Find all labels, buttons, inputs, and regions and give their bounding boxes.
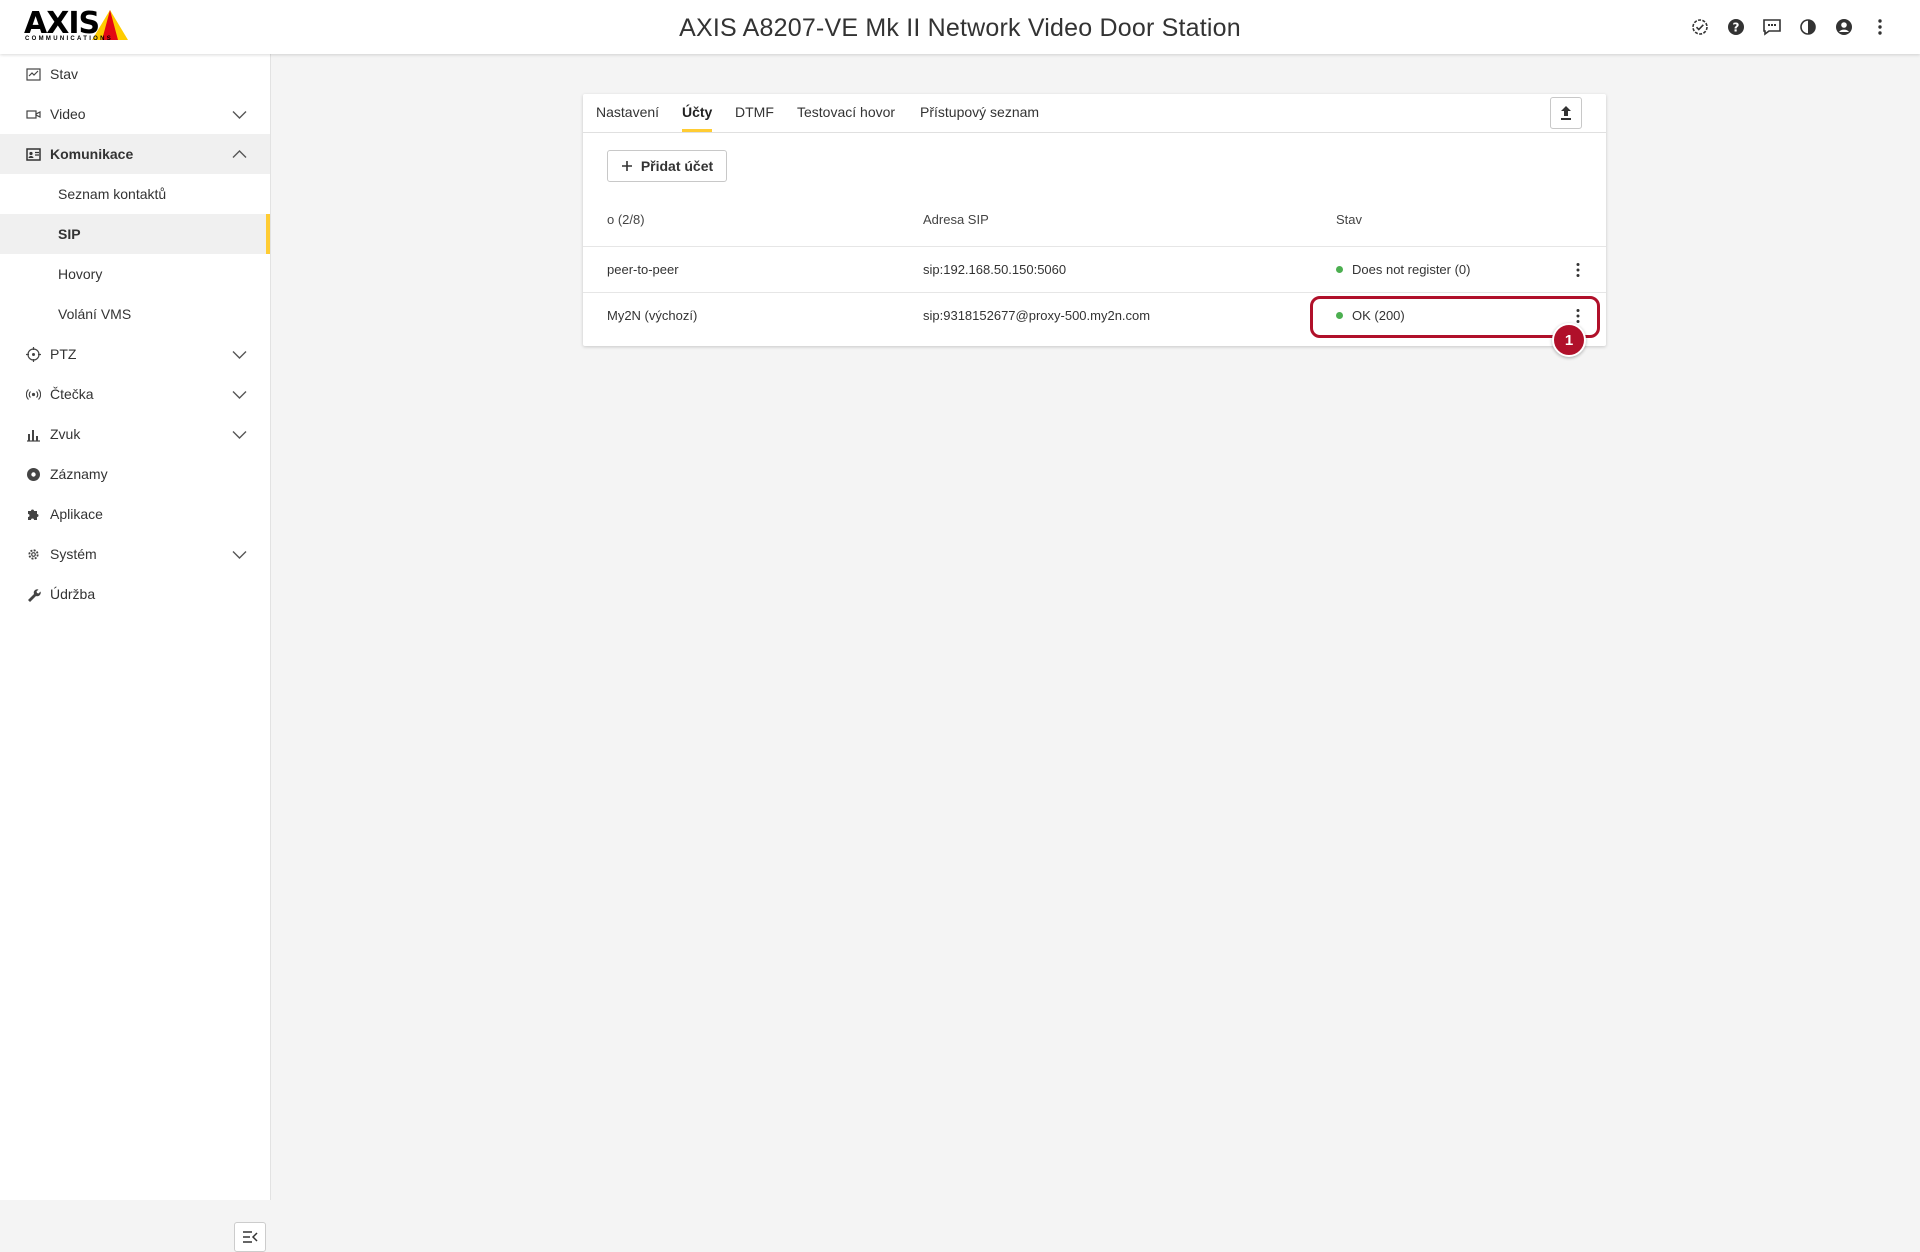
tab-testovaci-hovor[interactable]: Testovací hovor (797, 94, 895, 132)
sidebar-item-label: PTZ (50, 346, 77, 362)
status-icon (26, 68, 41, 81)
maintenance-icon (28, 589, 41, 602)
sidebar-item-zaznamy[interactable]: Záznamy (0, 454, 270, 494)
sidebar-item-label: Hovory (58, 266, 103, 282)
column-header-name[interactable]: o (2/8) (607, 212, 645, 227)
recordings-icon (27, 468, 40, 481)
status-text: Does not register (0) (1352, 262, 1471, 277)
plus-icon (621, 161, 632, 171)
sidebar-item-sip[interactable]: SIP (0, 214, 270, 254)
sidebar-item-label: Video (50, 106, 86, 122)
help-icon[interactable]: ? (1724, 16, 1748, 38)
header-toolbar: ? (1688, 16, 1892, 38)
chevron-down-icon (232, 431, 247, 439)
sidebar-item-label: Seznam kontaktů (58, 186, 167, 202)
upload-button[interactable] (1550, 97, 1582, 129)
sidebar-item-komunikace[interactable]: Komunikace (0, 134, 270, 174)
sidebar-item-seznam-kontaktu[interactable]: Seznam kontaktů (0, 174, 270, 214)
account-name: My2N (výchozí) (607, 308, 698, 323)
status-cell: Does not register (0) (1336, 247, 1471, 293)
collapse-sidebar-button[interactable] (234, 1222, 266, 1252)
add-account-button[interactable]: Přidat účet (607, 150, 727, 182)
tab-bar: Nastavení Účty DTMF Testovací hovor Přís… (583, 94, 1606, 133)
sidebar: Stav Video Komunikace Seznam kontaktů SI… (0, 54, 271, 1252)
page-title: AXIS A8207-VE Mk II Network Video Door S… (679, 14, 1241, 42)
more-vertical-icon (1576, 263, 1580, 277)
tab-nastaveni[interactable]: Nastavení (596, 94, 659, 132)
chevron-down-icon (232, 551, 247, 559)
status-check-icon[interactable] (1688, 16, 1712, 38)
ptz-icon (26, 347, 41, 362)
sidebar-item-label: Aplikace (50, 506, 103, 522)
upload-icon (1561, 106, 1571, 120)
reader-icon (26, 389, 41, 400)
column-header-status[interactable]: Stav (1336, 212, 1362, 227)
sidebar-item-system[interactable]: Systém (0, 534, 270, 574)
account-name: peer-to-peer (607, 262, 679, 277)
feedback-icon[interactable] (1760, 16, 1784, 38)
sidebar-item-label: Volání VMS (58, 306, 132, 322)
sidebar-item-udrzba[interactable]: Údržba (0, 574, 270, 614)
tab-ucty[interactable]: Účty (682, 94, 713, 132)
status-dot (1336, 312, 1343, 320)
column-header-sip-address[interactable]: Adresa SIP (923, 212, 989, 227)
row-menu-button[interactable] (1566, 258, 1590, 282)
status-text: OK (200) (1352, 308, 1405, 323)
sidebar-item-label: Čtečka (50, 386, 94, 402)
sidebar-item-ctecka[interactable]: Čtečka (0, 374, 270, 414)
status-dot (1336, 266, 1343, 274)
svg-text:?: ? (1733, 21, 1740, 35)
collapse-menu-icon (243, 1231, 258, 1243)
add-account-label: Přidat účet (640, 158, 714, 174)
more-vertical-icon[interactable] (1868, 16, 1892, 38)
sip-address: sip:9318152677@proxy-500.my2n.com (923, 308, 1151, 323)
sidebar-item-ptz[interactable]: PTZ (0, 334, 270, 374)
sidebar-item-label: Stav (50, 66, 79, 82)
video-icon (26, 110, 41, 119)
sidebar-item-label: SIP (58, 226, 81, 242)
chevron-down-icon (232, 111, 247, 119)
sip-address: sip:192.168.50.150:5060 (923, 262, 1067, 277)
sidebar-item-label: Záznamy (50, 466, 108, 482)
audio-icon (27, 430, 40, 442)
tab-dtmf[interactable]: DTMF (735, 94, 774, 132)
chevron-down-icon (232, 351, 247, 359)
sidebar-item-video[interactable]: Video (0, 94, 270, 134)
sidebar-item-volani-vms[interactable]: Volání VMS (0, 294, 270, 334)
more-vertical-icon (1576, 309, 1580, 323)
table-row[interactable]: peer-to-peer sip:192.168.50.150:5060 Doe… (583, 246, 1606, 293)
apps-icon (28, 509, 39, 520)
status-cell: OK (200) (1336, 293, 1405, 339)
chevron-down-icon (232, 391, 247, 399)
system-icon (28, 549, 39, 560)
tab-pristupovy-seznam[interactable]: Přístupový seznam (920, 94, 1039, 132)
sip-card: Nastavení Účty DTMF Testovací hovor Přís… (583, 94, 1606, 346)
sidebar-item-zvuk[interactable]: Zvuk (0, 414, 270, 454)
top-header: AXIS COMMUNICATIONS AXIS A8207-VE Mk II … (0, 0, 1920, 54)
communication-icon (26, 148, 41, 161)
chevron-up-icon (232, 150, 247, 158)
table-row[interactable]: My2N (výchozí) sip:9318152677@proxy-500.… (583, 292, 1606, 339)
contrast-icon[interactable] (1796, 16, 1820, 38)
sidebar-item-label: Údržba (50, 586, 96, 602)
sidebar-item-label: Zvuk (50, 426, 81, 442)
sidebar-item-stav[interactable]: Stav (0, 54, 270, 94)
sidebar-item-aplikace[interactable]: Aplikace (0, 494, 270, 534)
selected-indicator (266, 214, 270, 254)
account-icon[interactable] (1832, 16, 1856, 38)
sidebar-item-label: Komunikace (50, 146, 134, 162)
step-badge: 1 (1552, 323, 1586, 357)
sidebar-item-hovory[interactable]: Hovory (0, 254, 270, 294)
sidebar-item-label: Systém (50, 546, 97, 562)
